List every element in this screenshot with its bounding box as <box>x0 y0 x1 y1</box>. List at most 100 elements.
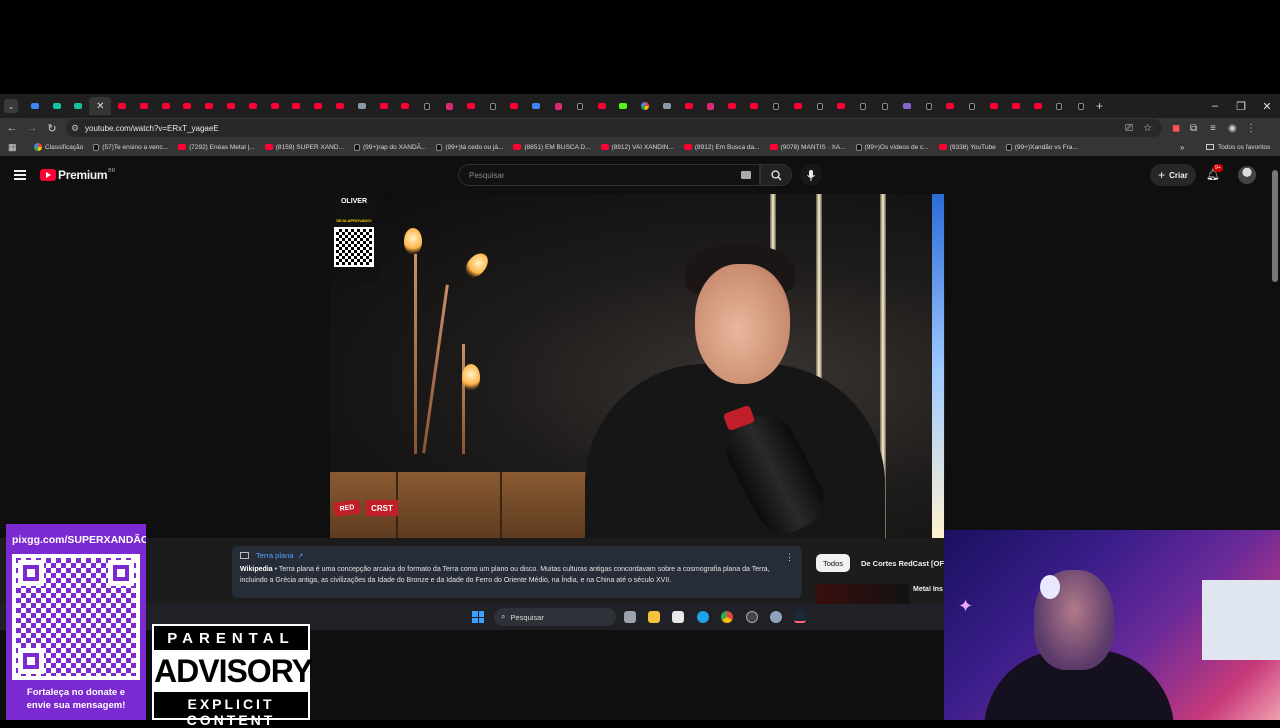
more-options-icon[interactable]: ⋮ <box>785 552 794 563</box>
new-tab-button[interactable]: + <box>1096 99 1103 113</box>
chip-all[interactable]: Todos <box>816 554 851 572</box>
account-avatar[interactable] <box>1238 166 1256 184</box>
bookmark-item[interactable]: Classificação <box>34 143 83 151</box>
browser-tab[interactable] <box>547 97 569 115</box>
maximize-button[interactable]: ❐ <box>1228 94 1254 118</box>
browser-tab[interactable] <box>482 97 504 115</box>
close-window-button[interactable]: ✕ <box>1254 94 1280 118</box>
forward-icon[interactable]: → <box>22 122 42 134</box>
create-button[interactable]: + Criar <box>1150 164 1196 186</box>
browser-tab[interactable] <box>591 97 613 115</box>
bookmark-item[interactable]: (57)Te ensino a venc... <box>93 143 168 151</box>
address-bar[interactable]: ⚙ youtube.com/watch?v=ERxT_yagaeE <box>66 119 1162 137</box>
browser-tab[interactable] <box>983 97 1005 115</box>
browser-tab[interactable] <box>722 97 744 115</box>
taskbar-search[interactable]: ⌕ Pesquisar <box>494 608 616 626</box>
keyboard-icon[interactable] <box>741 171 751 179</box>
notifications-button[interactable]: 🔔︎ 9+ <box>1206 164 1223 182</box>
chrome-menu-icon[interactable]: ⋮ <box>1246 123 1260 134</box>
browser-tab[interactable] <box>700 97 722 115</box>
youtube-logo[interactable]: Premium BR <box>40 168 115 182</box>
site-info-icon[interactable]: ⚙ <box>71 123 85 134</box>
bookmark-item[interactable]: (99+)rap do XANDÃ... <box>353 143 426 151</box>
browser-tab[interactable] <box>1027 97 1049 115</box>
reload-icon[interactable]: ↻ <box>42 122 62 135</box>
bookmark-item[interactable]: (9078) MANTIS · XA... <box>769 143 846 151</box>
extension-icon[interactable]: ◼ <box>1172 123 1186 134</box>
video-player[interactable]: OLIVER SEJA APROVADO! RED CRST <box>330 194 945 538</box>
bookmark-item[interactable]: (8851) EM BUSCA D... <box>513 143 591 151</box>
browser-tab[interactable] <box>395 97 417 115</box>
browser-tab[interactable] <box>46 97 68 115</box>
browser-tab[interactable] <box>634 97 656 115</box>
browser-tab[interactable] <box>438 97 460 115</box>
browser-tab[interactable] <box>264 97 286 115</box>
browser-tab[interactable] <box>743 97 765 115</box>
browser-tab[interactable] <box>177 97 199 115</box>
browser-tab[interactable] <box>939 97 961 115</box>
store-icon[interactable] <box>672 611 684 623</box>
recommended-title[interactable]: Metal Ins <box>913 586 945 593</box>
browser-tab[interactable] <box>351 97 373 115</box>
edge-icon[interactable] <box>697 611 709 623</box>
info-panel-card[interactable]: Terra plana ↗ Wikipedia • Terra plana é … <box>232 546 802 598</box>
minimize-button[interactable]: – <box>1202 94 1228 118</box>
browser-tab[interactable] <box>1048 97 1070 115</box>
bookmark-item[interactable]: (8912) Em Busca da... <box>683 143 760 151</box>
more-bookmarks-icon[interactable]: » <box>1180 143 1184 152</box>
browser-tab[interactable] <box>1070 97 1092 115</box>
voice-search-button[interactable] <box>800 164 822 186</box>
bookmark-star-icon[interactable]: ☆ <box>1143 123 1157 134</box>
chip-channel[interactable]: De Cortes RedCast [OFICIAL] <box>854 554 945 572</box>
browser-tab[interactable] <box>896 97 918 115</box>
browser-tab[interactable] <box>809 97 831 115</box>
steam-icon[interactable] <box>794 611 806 623</box>
browser-tab[interactable] <box>569 97 591 115</box>
browser-tab[interactable] <box>874 97 896 115</box>
close-tab-icon[interactable]: ✕ <box>96 101 104 112</box>
chrome-icon[interactable] <box>721 611 733 623</box>
all-bookmarks-folder[interactable]: Todos os favoritos <box>1206 144 1270 151</box>
browser-tab[interactable] <box>133 97 155 115</box>
browser-tab[interactable] <box>765 97 787 115</box>
install-app-icon[interactable]: ⎚ <box>1125 123 1139 134</box>
browser-tab[interactable] <box>24 97 46 115</box>
browser-tab[interactable]: ✕ <box>89 97 112 115</box>
bookmark-item[interactable]: (99+)tá cedo ou já... <box>436 143 503 151</box>
apps-grid-icon[interactable]: ▦ <box>8 142 22 153</box>
browser-tab[interactable] <box>613 97 635 115</box>
browser-tab[interactable] <box>155 97 177 115</box>
guide-menu-icon[interactable] <box>14 170 26 182</box>
browser-tab[interactable] <box>111 97 133 115</box>
bookmark-item[interactable]: (8912) VAI XANDIN... <box>600 143 674 151</box>
bookmark-item[interactable]: (99+)Os vídeos de c... <box>855 143 929 151</box>
browser-tab[interactable] <box>504 97 526 115</box>
recommended-thumbnail[interactable] <box>815 584 909 604</box>
info-panel-title[interactable]: Terra plana <box>256 551 294 560</box>
page-scrollbar[interactable] <box>1272 170 1278 282</box>
reading-list-icon[interactable]: ≡ <box>1210 123 1224 134</box>
tab-search-icon[interactable]: ⌄ <box>4 99 18 113</box>
browser-tab[interactable] <box>460 97 482 115</box>
browser-tab[interactable] <box>373 97 395 115</box>
browser-tab[interactable] <box>961 97 983 115</box>
browser-tab[interactable] <box>198 97 220 115</box>
file-explorer-icon[interactable] <box>648 611 660 623</box>
browser-tab[interactable] <box>307 97 329 115</box>
browser-tab[interactable] <box>242 97 264 115</box>
browser-tab[interactable] <box>329 97 351 115</box>
back-icon[interactable]: ← <box>2 122 22 134</box>
browser-tab[interactable] <box>1005 97 1027 115</box>
browser-tab[interactable] <box>918 97 940 115</box>
browser-tab[interactable] <box>68 97 90 115</box>
obs-icon[interactable] <box>746 611 758 623</box>
task-view-icon[interactable] <box>624 611 636 623</box>
browser-tab[interactable] <box>525 97 547 115</box>
bookmark-item[interactable]: (7292) Enéas Metal |... <box>178 143 255 151</box>
search-input[interactable]: Pesquisar <box>458 164 760 186</box>
browser-tab[interactable] <box>830 97 852 115</box>
windows-start-icon[interactable] <box>472 611 484 623</box>
settings-icon[interactable] <box>770 611 782 623</box>
profile-avatar-icon[interactable]: ◉ <box>1228 123 1242 134</box>
browser-tab[interactable] <box>852 97 874 115</box>
